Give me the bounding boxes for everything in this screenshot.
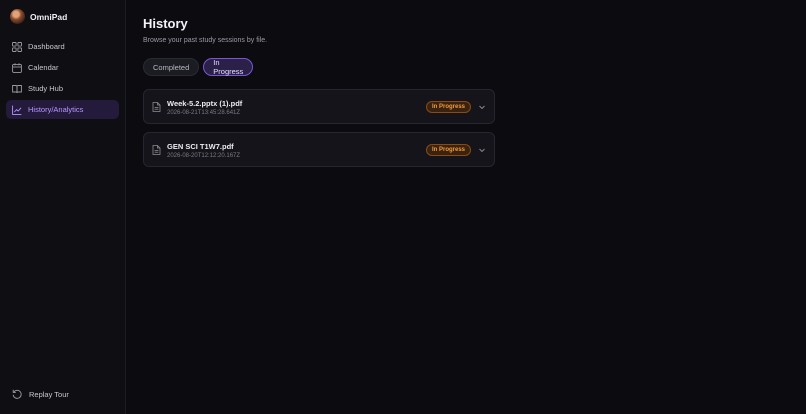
file-icon xyxy=(152,145,161,155)
tab-in-progress[interactable]: In Progress xyxy=(203,58,254,76)
sidebar-item-calendar[interactable]: Calendar xyxy=(6,58,119,77)
sidebar-item-label: History/Analytics xyxy=(28,105,84,114)
session-row[interactable]: Week-5.2.pptx (1).pdf 2026-08-21T13:45:2… xyxy=(143,89,495,124)
sidebar-item-dashboard[interactable]: Dashboard xyxy=(6,37,119,56)
file-icon xyxy=(152,102,161,112)
dashboard-icon xyxy=(12,41,22,52)
status-badge: In Progress xyxy=(425,144,471,156)
chart-line-icon xyxy=(12,105,22,115)
sidebar-item-label: Calendar xyxy=(28,63,59,72)
tab-completed[interactable]: Completed xyxy=(143,58,200,76)
avatar xyxy=(10,9,25,24)
sidebar: OmniPad Dashboard Calendar Study Hub His… xyxy=(0,0,126,414)
book-icon xyxy=(12,84,22,93)
page-title: History xyxy=(143,16,188,31)
status-tabs: Completed In Progress xyxy=(143,58,254,76)
sidebar-item-label: Dashboard xyxy=(28,42,65,51)
session-list: Week-5.2.pptx (1).pdf 2026-08-21T13:45:2… xyxy=(143,89,495,175)
session-row[interactable]: GEN SCI T1W7.pdf 2026-08-20T12:12:20.167… xyxy=(143,132,495,167)
chevron-down-icon[interactable] xyxy=(478,146,486,154)
replay-tour-button[interactable]: Replay Tour xyxy=(12,389,69,399)
brand[interactable]: OmniPad xyxy=(10,9,67,24)
sidebar-item-label: Study Hub xyxy=(28,84,64,93)
sidebar-nav: Dashboard Calendar Study Hub History/Ana… xyxy=(6,37,119,121)
sidebar-item-study-hub[interactable]: Study Hub xyxy=(6,79,119,98)
session-file-name: Week-5.2.pptx (1).pdf xyxy=(167,99,243,108)
session-timestamp: 2026-08-21T13:45:28.641Z xyxy=(167,110,241,116)
app-name: OmniPad xyxy=(30,11,68,22)
status-badge: In Progress xyxy=(425,101,471,113)
page-subtitle: Browse your past study sessions by file. xyxy=(143,37,268,44)
chevron-down-icon[interactable] xyxy=(478,103,486,111)
session-file-name: GEN SCI T1W7.pdf xyxy=(167,142,234,151)
calendar-icon xyxy=(12,62,22,73)
replay-icon xyxy=(12,389,22,399)
replay-tour-label: Replay Tour xyxy=(29,389,69,399)
sidebar-item-history-analytics[interactable]: History/Analytics xyxy=(6,100,119,119)
session-timestamp: 2026-08-20T12:12:20.167Z xyxy=(167,153,241,159)
